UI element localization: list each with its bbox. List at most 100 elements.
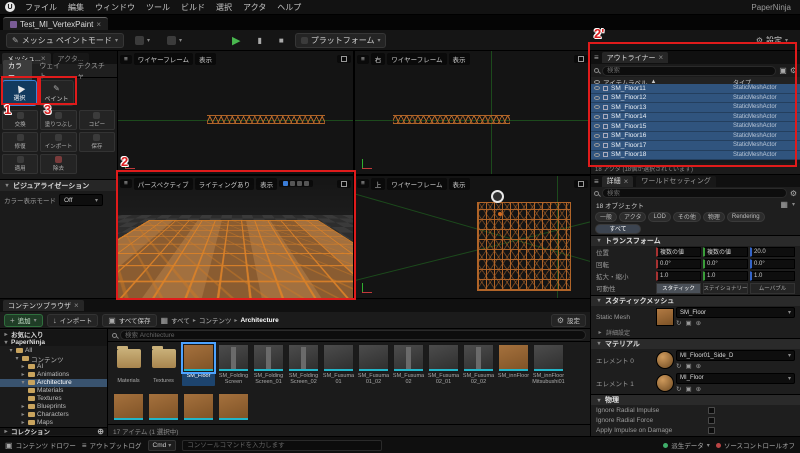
cb-settings-button[interactable]: ⚙ 設定	[550, 313, 586, 327]
viewport-top-left[interactable]: ≡ ワイヤーフレーム 表示	[118, 51, 353, 174]
maximize-button[interactable]	[574, 55, 588, 63]
tree-content[interactable]: ▾ コンテンツ	[0, 354, 107, 364]
view-dropdown[interactable]: パースペクティブ	[133, 177, 193, 190]
outliner-row[interactable]: SM_Floor14 StaticMeshActor	[591, 112, 800, 122]
tree-materials[interactable]: Materials	[0, 387, 107, 395]
tab-test-mi-vertexpaint[interactable]: Test_MI_VertexPaint ×	[3, 17, 109, 30]
save-all-button[interactable]: ▣ すべて保存	[102, 313, 157, 327]
asset-tile[interactable]: SM_innFloor Mitsubushi01	[532, 344, 565, 391]
browse-icon[interactable]: ▣	[685, 385, 691, 393]
add-button[interactable]: + 追加 ▾	[4, 313, 43, 327]
scale-y-field[interactable]: 1.0	[703, 271, 748, 282]
viewport-bottom-right[interactable]: ≡ 上 ワイヤーフレーム 表示	[355, 175, 590, 298]
outliner-row[interactable]: SM_Floor11 StaticMeshActor	[591, 84, 800, 94]
asset-search-input[interactable]	[120, 330, 586, 340]
material-thumbnail[interactable]	[656, 373, 674, 392]
reset-icon[interactable]: ⊕	[696, 385, 701, 393]
visibility-eye-icon[interactable]	[594, 114, 600, 119]
asset-tile[interactable]: SM_Folding Screen_01	[252, 344, 285, 391]
static-mesh-thumbnail[interactable]	[656, 308, 674, 327]
reset-icon[interactable]: ⊕	[696, 319, 701, 327]
material-0-dropdown[interactable]: MI_Floor01_Side_D ▾	[676, 350, 795, 362]
menu-help[interactable]: ヘルプ	[272, 1, 306, 14]
fix-button[interactable]: 修復	[2, 132, 39, 152]
tree-favorites[interactable]: ▸ お気に入り	[0, 330, 107, 339]
nav-mode-buttons[interactable]	[279, 180, 314, 187]
copy-button[interactable]: コピー	[78, 110, 115, 130]
output-log-button[interactable]: ≡ アウトプットログ	[82, 440, 142, 451]
source-control-button[interactable]: ソースコントロールオフ	[715, 440, 795, 450]
chip-misc[interactable]: その他	[672, 211, 701, 222]
rotation-y-field[interactable]: 0.0°	[703, 259, 748, 270]
breadcrumb-content[interactable]: コンテンツ	[199, 315, 232, 325]
chip-rendering[interactable]: Rendering	[726, 211, 765, 222]
outliner-row[interactable]: SM_Floor13 StaticMeshActor	[591, 103, 800, 113]
browse-icon[interactable]: ▣	[685, 362, 691, 370]
maximize-button[interactable]	[337, 179, 351, 188]
viewport-perspective[interactable]: ≡ パースペクティブ ライティングあり 表示	[118, 175, 353, 298]
stop-button[interactable]: ■	[273, 33, 290, 48]
folder-view-icon[interactable]: ▣	[779, 66, 787, 75]
rotation-x-field[interactable]: 0.0°	[656, 259, 701, 270]
add-collection-icon[interactable]: ⊕	[97, 427, 104, 436]
asset-tile[interactable]: SM_Folding Screen_02	[287, 344, 320, 391]
color-view-mode-dropdown[interactable]: Off ▾	[59, 194, 103, 206]
menu-select[interactable]: 選択	[211, 1, 237, 14]
chip-physics[interactable]: 物理	[702, 211, 725, 222]
asset-tile-materials[interactable]: Materials	[112, 344, 145, 391]
asset-tile[interactable]: SM_Folding Screen	[217, 344, 250, 391]
chip-lod[interactable]: LOD	[648, 211, 671, 222]
materials-section-header[interactable]: ▾ マテリアル	[591, 337, 800, 349]
details-search-input[interactable]	[602, 188, 787, 199]
location-x-field[interactable]: 複数の値	[656, 246, 701, 257]
show-dropdown[interactable]: 表示	[256, 177, 278, 190]
tree-textures[interactable]: Textures	[0, 395, 107, 403]
browse-icon[interactable]: ▣	[685, 319, 691, 327]
tree-blueprints[interactable]: ▸ Blueprints	[0, 403, 107, 411]
visibility-eye-icon[interactable]	[594, 152, 600, 157]
play-button[interactable]: ▶	[226, 33, 246, 48]
viewport-top-right[interactable]: ≡ 右 ワイヤーフレーム 表示	[355, 51, 590, 174]
gear-icon[interactable]: ⚙	[790, 189, 797, 198]
view-dropdown[interactable]: 上	[370, 177, 386, 190]
show-dropdown[interactable]: 表示	[195, 53, 217, 65]
outliner-row[interactable]: SM_Floor15 StaticMeshActor	[591, 122, 800, 132]
apply-button[interactable]: 適用	[2, 154, 39, 174]
use-selected-icon[interactable]: ↻	[676, 362, 681, 370]
select-tool-button[interactable]: 選択	[2, 80, 37, 106]
derived-data-button[interactable]: 派生データ ▾	[663, 440, 710, 450]
checkbox[interactable]	[708, 406, 715, 414]
physics-section-header[interactable]: ▾ 物理	[591, 393, 800, 406]
menu-tools[interactable]: ツール	[141, 1, 175, 14]
maximize-button[interactable]	[337, 55, 351, 63]
import-button[interactable]: ↓ インポート	[46, 313, 99, 327]
asset-tile[interactable]: SM_Fusuma02_01	[427, 344, 460, 391]
viewport-menu-button[interactable]: ≡	[357, 54, 369, 64]
asset-tile[interactable]: SM_Fusuma01_02	[357, 344, 390, 391]
console-input[interactable]	[182, 439, 383, 451]
viewport-menu-button[interactable]: ≡	[120, 54, 132, 64]
chip-all[interactable]: すべて	[595, 223, 641, 234]
swap-button[interactable]: 交換	[2, 110, 39, 130]
static-mesh-dropdown[interactable]: SM_Floor ▾	[676, 307, 795, 319]
close-icon[interactable]: ×	[96, 20, 101, 29]
menu-edit[interactable]: 編集	[63, 1, 89, 14]
mobility-static-button[interactable]: スタティック	[656, 282, 701, 294]
maximize-button[interactable]	[574, 179, 588, 188]
mobility-stationary-button[interactable]: ステイショナリー	[703, 282, 748, 294]
tab-content-browser[interactable]: コンテンツブラウザ ×	[3, 300, 84, 311]
asset-tile[interactable]: SM_Fusuma01	[322, 344, 355, 391]
outliner-row[interactable]: SM_Floor17 StaticMeshActor	[591, 141, 800, 151]
menu-build[interactable]: ビルド	[176, 1, 210, 14]
import-button[interactable]: インポート	[40, 132, 77, 152]
save-button[interactable]: 保存	[78, 132, 115, 152]
outliner-row[interactable]: SM_Floor12 StaticMeshActor	[591, 93, 800, 103]
close-icon[interactable]: ×	[659, 53, 664, 62]
menu-icon[interactable]: ≡	[594, 177, 599, 186]
visibility-eye-icon[interactable]	[594, 133, 600, 138]
toolbar-icon-button-1[interactable]: ▾	[129, 33, 156, 48]
visibility-eye-icon[interactable]	[594, 95, 600, 100]
asset-tile[interactable]: SM_Fusuma02	[392, 344, 425, 391]
asset-tile[interactable]: SM_Fusuma02_02	[462, 344, 495, 391]
visibility-eye-icon[interactable]	[594, 105, 600, 110]
